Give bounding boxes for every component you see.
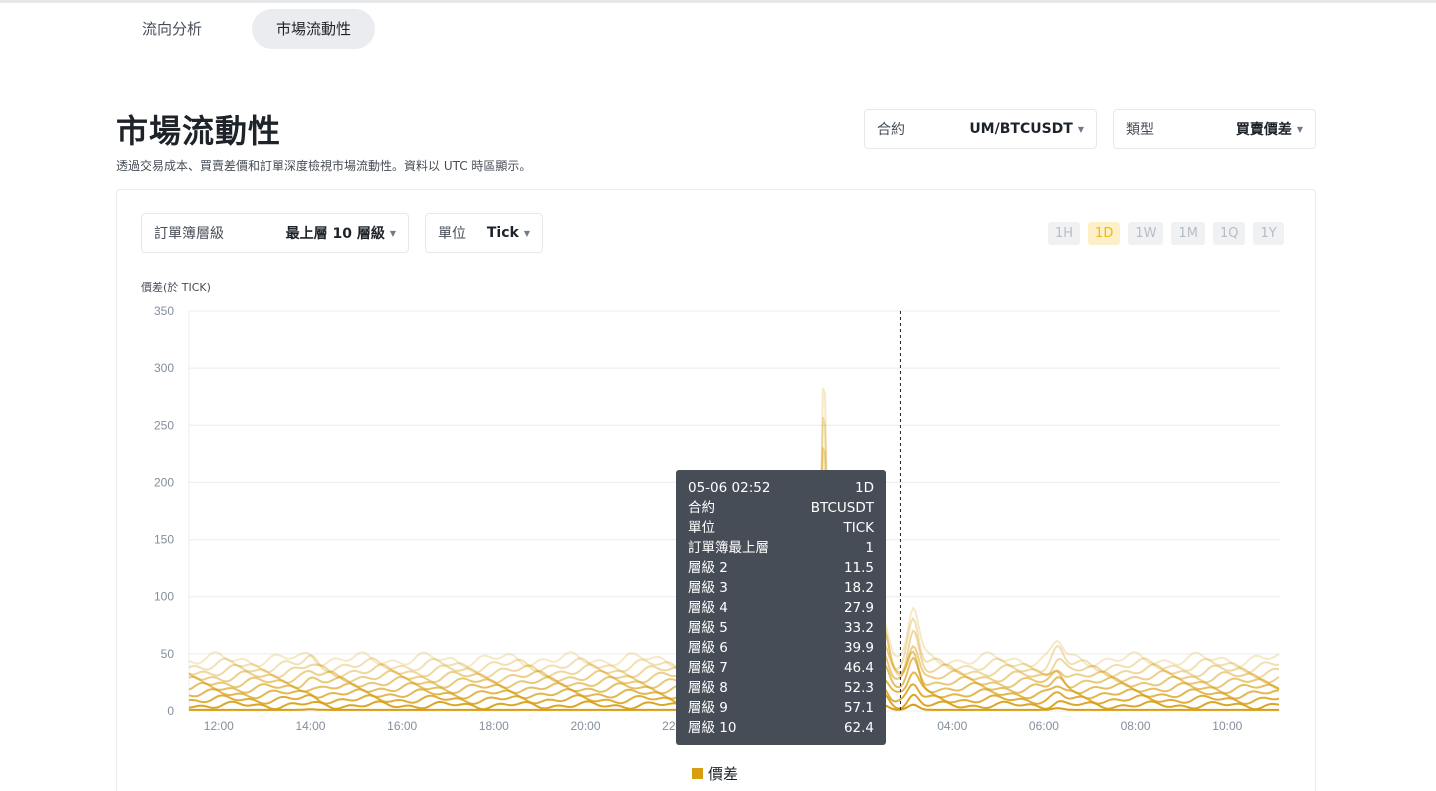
tooltip-row-label: 層級 10 — [688, 720, 737, 736]
tooltip-range: 1D — [855, 480, 874, 496]
tooltip-row-value: 57.1 — [843, 700, 874, 716]
tooltip-row: 層級 3 18.2 — [688, 578, 874, 598]
x-tick-label: 12:00 — [204, 719, 234, 733]
tooltip-row-label: 訂單簿最上層 — [688, 540, 769, 556]
y-tick-label: 0 — [167, 704, 174, 718]
y-tick-label: 200 — [154, 475, 174, 489]
tooltip-row-label: 層級 8 — [688, 680, 728, 696]
x-tick-label: 14:00 — [295, 719, 325, 733]
tooltip-row-value: 33.2 — [843, 620, 874, 636]
tooltip-row-label: 層級 5 — [688, 620, 728, 636]
tooltip-row-value: TICK — [843, 520, 874, 536]
legend-swatch — [692, 768, 703, 779]
y-tick-label: 350 — [154, 304, 174, 318]
tooltip-row-value: BTCUSDT — [810, 500, 874, 516]
y-tick-label: 150 — [154, 533, 174, 547]
tooltip-time: 05-06 02:52 — [688, 480, 771, 496]
tooltip-row-label: 層級 2 — [688, 560, 728, 576]
tooltip-row: 層級 6 39.9 — [688, 638, 874, 658]
tooltip-row-label: 層級 7 — [688, 660, 728, 676]
x-tick-label: 16:00 — [387, 719, 417, 733]
tooltip-row: 訂單簿最上層 1 — [688, 538, 874, 558]
x-tick-label: 06:00 — [1029, 719, 1059, 733]
tooltip-row: 層級 10 62.4 — [688, 718, 874, 738]
tooltip-row-value: 62.4 — [843, 720, 874, 736]
tooltip-row-value: 39.9 — [843, 640, 874, 656]
tooltip-row-value: 11.5 — [843, 560, 874, 576]
tooltip-row-label: 單位 — [688, 520, 715, 536]
tooltip-row-value: 1 — [865, 540, 874, 556]
tooltip-row: 層級 9 57.1 — [688, 698, 874, 718]
tooltip-row: 層級 7 46.4 — [688, 658, 874, 678]
x-tick-label: 18:00 — [479, 719, 509, 733]
tooltip-row-label: 層級 3 — [688, 580, 728, 596]
tooltip-row: 層級 2 11.5 — [688, 558, 874, 578]
tooltip-row-label: 層級 4 — [688, 600, 728, 616]
y-tick-label: 300 — [154, 361, 174, 375]
x-tick-label: 10:00 — [1212, 719, 1242, 733]
tooltip-row-value: 18.2 — [843, 580, 874, 596]
y-tick-label: 50 — [161, 647, 175, 661]
y-tick-label: 100 — [154, 590, 174, 604]
tooltip-row-value: 52.3 — [843, 680, 874, 696]
chart-legend[interactable]: 價差 — [692, 763, 738, 784]
tooltip-header: 05-06 02:52 1D — [688, 478, 874, 498]
legend-label: 價差 — [708, 765, 739, 783]
chart-tooltip: 05-06 02:52 1D 合約 BTCUSDT 單位 TICK 訂單簿最上層 1 層級 … — [676, 470, 886, 745]
tooltip-row: 合約 BTCUSDT — [688, 498, 874, 518]
tooltip-row-label: 層級 6 — [688, 640, 728, 656]
tooltip-row: 層級 8 52.3 — [688, 678, 874, 698]
y-tick-label: 250 — [154, 418, 174, 432]
tooltip-row-label: 層級 9 — [688, 700, 728, 716]
tooltip-row: 層級 4 27.9 — [688, 598, 874, 618]
tooltip-rows: 合約 BTCUSDT 單位 TICK 訂單簿最上層 1 層級 2 11.5 層級 3 18.2 層級… — [688, 498, 874, 738]
tooltip-row-value: 27.9 — [843, 600, 874, 616]
tooltip-row: 單位 TICK — [688, 518, 874, 538]
tooltip-row-value: 46.4 — [843, 660, 874, 676]
x-tick-label: 04:00 — [937, 719, 967, 733]
tooltip-row: 層級 5 33.2 — [688, 618, 874, 638]
x-tick-label: 20:00 — [571, 719, 601, 733]
x-tick-label: 08:00 — [1121, 719, 1151, 733]
tooltip-row-label: 合約 — [688, 500, 715, 516]
